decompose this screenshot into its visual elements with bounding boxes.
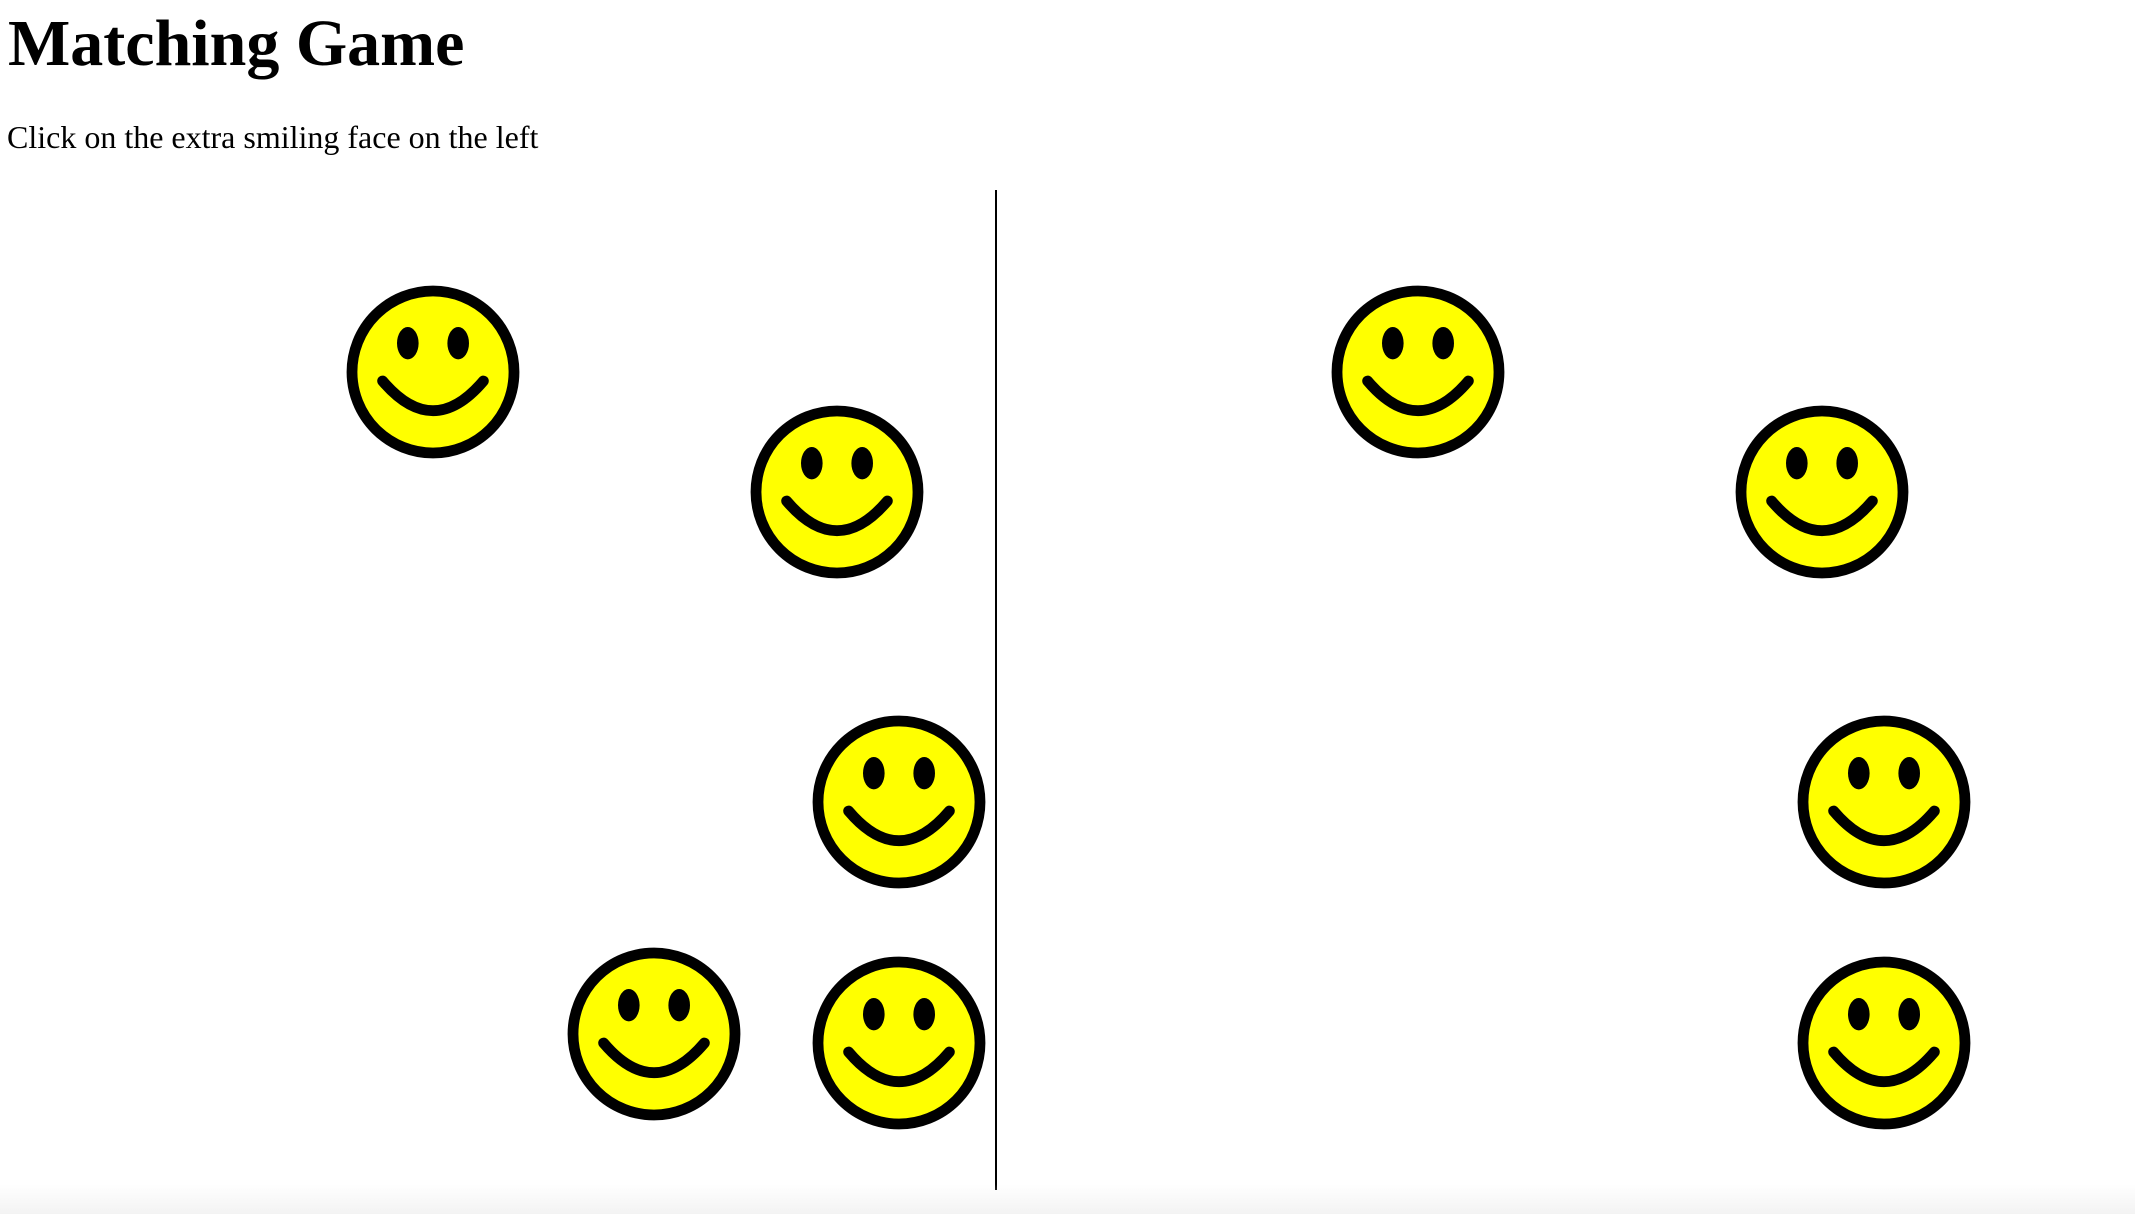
- left-side: [0, 190, 997, 1190]
- matching-game-page: Matching Game Click on the extra smiling…: [0, 0, 2135, 1214]
- right-side: [997, 190, 1992, 1190]
- smiley-face-icon: [1794, 712, 1974, 892]
- smiley-face-icon[interactable]: [343, 282, 523, 462]
- smiley-face-icon: [1732, 402, 1912, 582]
- game-board: [0, 190, 2135, 1190]
- bottom-fade: [0, 1184, 2135, 1214]
- smiley-face-icon[interactable]: [809, 953, 989, 1133]
- smiley-face-icon[interactable]: [809, 712, 989, 892]
- smiley-face-icon: [1794, 953, 1974, 1133]
- smiley-face-icon[interactable]: [747, 402, 927, 582]
- smiley-face-icon-extra[interactable]: [564, 944, 744, 1124]
- instructions-text: Click on the extra smiling face on the l…: [7, 119, 539, 155]
- smiley-face-icon: [1328, 282, 1508, 462]
- page-title: Matching Game: [8, 7, 465, 80]
